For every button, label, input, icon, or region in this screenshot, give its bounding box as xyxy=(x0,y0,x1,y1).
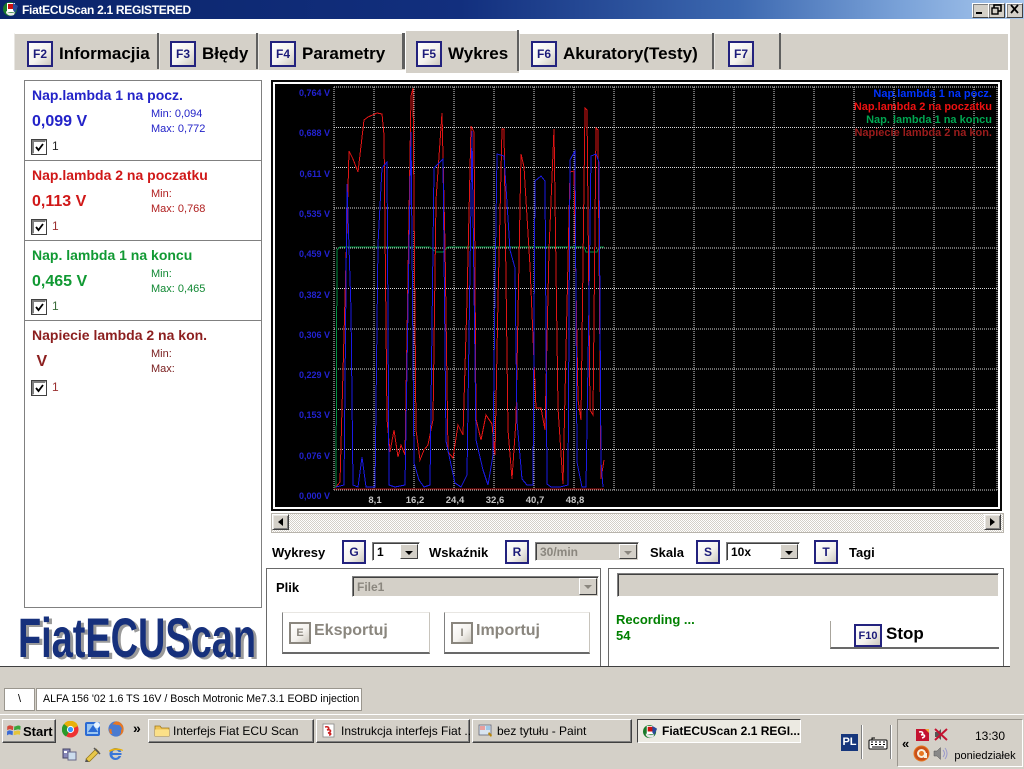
svg-text:8,1: 8,1 xyxy=(368,495,382,506)
svg-text:FiatECUScan: FiatECUScan xyxy=(18,613,256,665)
svg-text:0,153 V: 0,153 V xyxy=(299,410,330,420)
svg-text:0,000 V: 0,000 V xyxy=(299,491,330,501)
svg-text:0,229 V: 0,229 V xyxy=(299,370,330,380)
svg-text:0,306 V: 0,306 V xyxy=(299,330,330,340)
svg-text:Nap.lambda 2 na poczatku: Nap.lambda 2 na poczatku xyxy=(854,101,992,113)
svg-text:Napiecie lambda 2 na kon.: Napiecie lambda 2 na kon. xyxy=(854,127,992,139)
svg-text:32,6: 32,6 xyxy=(486,495,505,506)
svg-text:0,764 V: 0,764 V xyxy=(299,88,330,98)
svg-text:0,076 V: 0,076 V xyxy=(299,451,330,461)
svg-text:0,382 V: 0,382 V xyxy=(299,290,330,300)
svg-text:48,8: 48,8 xyxy=(566,495,585,506)
svg-text:0,688 V: 0,688 V xyxy=(299,128,330,138)
svg-text:24,4: 24,4 xyxy=(446,495,465,506)
svg-text:Nap. lambda 1 na koncu: Nap. lambda 1 na koncu xyxy=(866,114,992,126)
svg-text:0,459 V: 0,459 V xyxy=(299,249,330,259)
svg-text:40,7: 40,7 xyxy=(526,495,545,506)
svg-text:0,611 V: 0,611 V xyxy=(299,169,330,179)
svg-text:Nap.lambda 1 na pocz.: Nap.lambda 1 na pocz. xyxy=(873,88,992,100)
svg-text:16,2: 16,2 xyxy=(406,495,425,506)
svg-text:0,535 V: 0,535 V xyxy=(299,209,330,219)
